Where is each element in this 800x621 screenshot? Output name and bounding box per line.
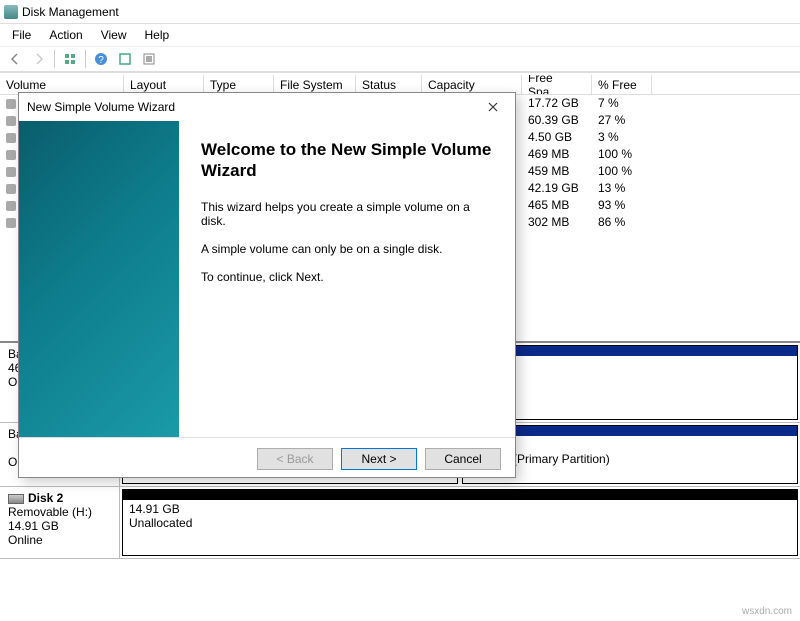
cell-freespace: 302 MB xyxy=(522,214,592,231)
volume-size: 14.91 GB xyxy=(129,502,791,516)
menubar: File Action View Help xyxy=(0,24,800,46)
volume-icon xyxy=(6,150,16,160)
window-titlebar: Disk Management xyxy=(0,0,800,24)
disk-type: Removable (H:) xyxy=(8,505,111,519)
wizard-text: A simple volume can only be on a single … xyxy=(201,242,493,256)
cell-freespace: 17.72 GB xyxy=(522,95,592,112)
cell-freespace: 469 MB xyxy=(522,146,592,163)
wizard-heading: Welcome to the New Simple Volume Wizard xyxy=(201,139,493,182)
cell-freespace: 60.39 GB xyxy=(522,112,592,129)
disk-name: Disk 2 xyxy=(28,491,63,505)
cell-freespace: 465 MB xyxy=(522,197,592,214)
cell-freespace: 42.19 GB xyxy=(522,180,592,197)
cell-pctfree: 3 % xyxy=(592,129,652,146)
volume-icon xyxy=(6,133,16,143)
cancel-button[interactable]: Cancel xyxy=(425,448,501,470)
volume-icon xyxy=(6,167,16,177)
refresh-button[interactable] xyxy=(114,48,136,70)
wizard-text: This wizard helps you create a simple vo… xyxy=(201,200,493,228)
cell-freespace: 459 MB xyxy=(522,163,592,180)
cell-pctfree: 7 % xyxy=(592,95,652,112)
volume-box[interactable]: 14.91 GB Unallocated xyxy=(122,489,798,556)
volume-color-bar xyxy=(123,490,797,500)
disk-icon xyxy=(8,494,24,504)
cell-pctfree: 27 % xyxy=(592,112,652,129)
cell-freespace: 4.50 GB xyxy=(522,129,592,146)
toolbar-separator xyxy=(85,50,86,68)
forward-button[interactable] xyxy=(28,48,50,70)
wizard-titlebar: New Simple Volume Wizard xyxy=(19,93,515,121)
wizard-title: New Simple Volume Wizard xyxy=(27,100,175,114)
disk-row: Disk 2 Removable (H:) 14.91 GB Online 14… xyxy=(0,487,800,559)
volume-icon xyxy=(6,184,16,194)
volume-icon xyxy=(6,201,16,211)
wizard-content: Welcome to the New Simple Volume Wizard … xyxy=(179,121,515,437)
svg-text:?: ? xyxy=(98,55,104,66)
disk-info: Disk 2 Removable (H:) 14.91 GB Online xyxy=(0,487,120,558)
cell-pctfree: 93 % xyxy=(592,197,652,214)
close-icon xyxy=(488,102,498,112)
watermark: wsxdn.com xyxy=(742,606,792,617)
menu-file[interactable]: File xyxy=(4,26,39,44)
disk-volumes: 14.91 GB Unallocated xyxy=(120,487,800,558)
close-button[interactable] xyxy=(479,96,507,118)
cell-pctfree: 100 % xyxy=(592,163,652,180)
back-button[interactable] xyxy=(4,48,26,70)
toolbar-separator xyxy=(54,50,55,68)
wizard-text: To continue, click Next. xyxy=(201,270,493,284)
menu-action[interactable]: Action xyxy=(41,26,90,44)
cell-pctfree: 13 % xyxy=(592,180,652,197)
details-button[interactable] xyxy=(59,48,81,70)
toolbar: ? xyxy=(0,46,800,72)
menu-help[interactable]: Help xyxy=(137,26,178,44)
new-simple-volume-wizard: New Simple Volume Wizard Welcome to the … xyxy=(18,92,516,478)
window-title: Disk Management xyxy=(22,5,119,19)
col-pctfree[interactable]: % Free xyxy=(592,75,652,94)
col-freespace[interactable]: Free Spa... xyxy=(522,75,592,94)
help-button[interactable]: ? xyxy=(90,48,112,70)
app-icon xyxy=(4,5,18,19)
cell-pctfree: 86 % xyxy=(592,214,652,231)
back-button: < Back xyxy=(257,448,333,470)
volume-status: Unallocated xyxy=(129,516,791,530)
wizard-sidebar-image xyxy=(19,121,179,437)
menu-view[interactable]: View xyxy=(93,26,135,44)
volume-icon xyxy=(6,99,16,109)
volume-icon xyxy=(6,218,16,228)
disk-size: 14.91 GB xyxy=(8,519,111,533)
rescan-button[interactable] xyxy=(138,48,160,70)
cell-pctfree: 100 % xyxy=(592,146,652,163)
wizard-button-row: < Back Next > Cancel xyxy=(19,437,515,479)
volume-icon xyxy=(6,116,16,126)
disk-status: Online xyxy=(8,533,111,547)
next-button[interactable]: Next > xyxy=(341,448,417,470)
volume-status: Healthy (Primary Partition) xyxy=(469,452,791,466)
wizard-body: Welcome to the New Simple Volume Wizard … xyxy=(19,121,515,437)
